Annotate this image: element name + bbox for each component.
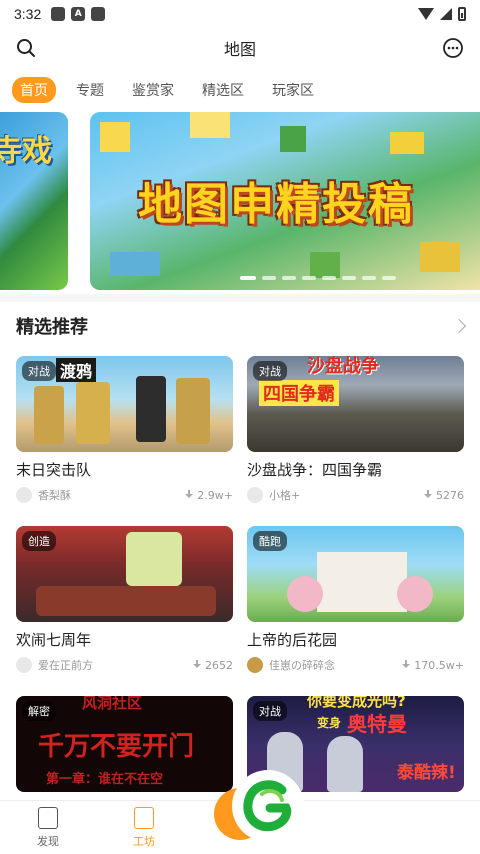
tab-topics[interactable]: 专题 [68, 77, 112, 103]
banner-carousel[interactable]: 寺戏 地图申精投稿 [0, 112, 480, 290]
banner-prev-text: 寺戏 [0, 134, 52, 169]
nav-discover-label: 发现 [37, 835, 59, 848]
tab-featured[interactable]: 精选区 [194, 77, 252, 103]
map-title: 沙盘战争：四国争霸 [247, 461, 383, 479]
map-thumbnail[interactable]: 酷跑 [247, 526, 464, 622]
notification-icon [91, 7, 106, 21]
download-count-value: 170.5w+ [414, 658, 464, 672]
notification-icon [51, 7, 66, 21]
thumbnail-text-top: 沙盘战争 [307, 356, 379, 377]
banner-current-slide[interactable]: 地图申精投稿 [90, 112, 480, 290]
carousel-dot [382, 276, 396, 280]
map-card[interactable]: 酷跑 上帝的后花园 佳崽の碎碎念 170.5w+ [247, 526, 464, 674]
thumbnail-text: 渡鸦 [56, 358, 97, 382]
category-badge: 对战 [253, 701, 287, 721]
avatar[interactable] [247, 657, 263, 673]
thumbnail-text-bottom: 第一章：谁在不在空 [46, 772, 164, 787]
author-name[interactable]: 爱在正前方 [38, 657, 93, 673]
map-thumbnail[interactable]: 沙盘战争 四国争霸 对战 [247, 356, 464, 452]
map-thumbnail[interactable]: 风洞社区 千万不要开门 第一章：谁在不在空 解密 [16, 696, 233, 792]
wifi-icon [418, 8, 434, 20]
map-card[interactable]: 对战 渡鸦 末日突击队 香梨酥 2.9w+ [16, 356, 233, 504]
chevron-right-icon[interactable] [451, 318, 467, 334]
download-count-value: 5276 [436, 488, 464, 502]
map-card[interactable]: 沙盘战争 四国争霸 对战 沙盘战争：四国争霸 小格+ 5276 [247, 356, 464, 504]
category-tabs: 首页 专题 鉴赏家 精选区 玩家区 [0, 75, 480, 105]
map-meta: 香梨酥 2.9w+ [16, 486, 233, 504]
map-thumbnail[interactable]: 创造 [16, 526, 233, 622]
carousel-dot [322, 276, 336, 280]
workshop-icon [134, 807, 154, 829]
carousel-dot [362, 276, 376, 280]
section-title: 精选推荐 [16, 317, 88, 338]
carousel-dot [262, 276, 276, 280]
carousel-dot [342, 276, 356, 280]
category-badge: 解密 [22, 701, 56, 721]
map-title: 欢闹七周年 [16, 631, 92, 649]
map-title: 末日突击队 [16, 461, 92, 479]
download-count: 2652 [192, 659, 233, 672]
status-indicators [418, 7, 466, 21]
thumbnail-text-top: 风洞社区 [82, 696, 143, 712]
app-header: 地图 [0, 28, 480, 68]
thumbnail-text: 奥特曼 [347, 712, 407, 736]
avatar[interactable] [16, 487, 32, 503]
download-icon [401, 660, 411, 670]
category-badge: 对战 [22, 361, 56, 381]
message-icon[interactable] [442, 37, 464, 59]
author-name[interactable]: 香梨酥 [38, 487, 71, 503]
cellular-icon [440, 8, 452, 20]
download-icon [192, 660, 202, 670]
carousel-dot [282, 276, 296, 280]
download-icon [184, 490, 194, 500]
banner-previous-slide[interactable]: 寺戏 [0, 112, 68, 290]
discover-icon [38, 807, 58, 829]
carousel-dot [302, 276, 316, 280]
notification-a-icon: A [71, 7, 86, 21]
category-badge: 创造 [22, 531, 56, 551]
avatar[interactable] [247, 487, 263, 503]
tab-connoisseur[interactable]: 鉴赏家 [124, 77, 182, 103]
download-count: 2.9w+ [184, 489, 233, 502]
thumbnail-text-bottom: 泰酷辣! [397, 763, 456, 783]
download-icon [423, 490, 433, 500]
tab-players[interactable]: 玩家区 [264, 77, 322, 103]
thumbnail-text: 四国争霸 [259, 380, 339, 406]
download-count-value: 2652 [205, 658, 233, 672]
search-icon[interactable] [16, 38, 36, 58]
map-card[interactable]: 创造 欢闹七周年 爱在正前方 2652 [16, 526, 233, 674]
map-card[interactable]: 风洞社区 千万不要开门 第一章：谁在不在空 解密 [16, 696, 233, 792]
thumbnail-text: 千万不要开门 [38, 732, 195, 762]
tab-home[interactable]: 首页 [12, 77, 56, 103]
watermark-logo [232, 770, 304, 842]
avatar[interactable] [16, 657, 32, 673]
nav-discover[interactable]: 发现 [18, 807, 78, 849]
author-name[interactable]: 佳崽の碎碎念 [269, 657, 335, 673]
watermark-logo-icon [243, 780, 292, 832]
status-time: 3:32 [14, 6, 42, 22]
map-meta: 爱在正前方 2652 [16, 656, 233, 674]
thumbnail-text-pre: 变身 [317, 716, 342, 730]
nav-workshop[interactable]: 工坊 [114, 807, 174, 849]
carousel-indicators [240, 276, 396, 280]
map-meta: 小格+ 5276 [247, 486, 464, 504]
section-divider [0, 294, 480, 302]
page-title: 地图 [223, 40, 256, 59]
nav-workshop-label: 工坊 [133, 835, 155, 848]
category-badge: 对战 [253, 361, 287, 381]
map-title: 上帝的后花园 [247, 631, 338, 649]
status-bar: 3:32 A [0, 0, 480, 28]
battery-icon [458, 7, 466, 21]
category-badge: 酷跑 [253, 531, 287, 551]
map-thumbnail[interactable]: 对战 渡鸦 [16, 356, 233, 452]
download-count-value: 2.9w+ [197, 488, 233, 502]
featured-section-header[interactable]: 精选推荐 [0, 306, 480, 346]
map-meta: 佳崽の碎碎念 170.5w+ [247, 656, 464, 674]
download-count: 5276 [423, 489, 464, 502]
carousel-dot [240, 276, 256, 280]
download-count: 170.5w+ [401, 659, 464, 672]
banner-title: 地图申精投稿 [138, 179, 414, 230]
author-name[interactable]: 小格+ [269, 487, 300, 503]
